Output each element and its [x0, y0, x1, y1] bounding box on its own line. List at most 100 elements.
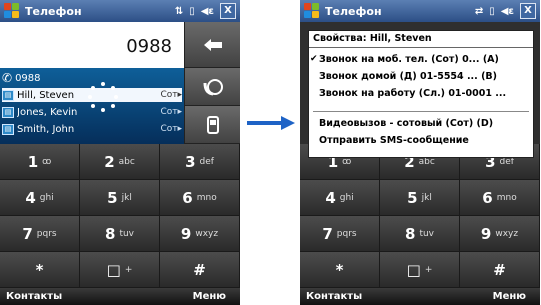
- key-digit: 3: [185, 152, 196, 171]
- key-digit: 9: [180, 224, 192, 243]
- key-letters: +: [124, 264, 133, 275]
- key-letters: ghi: [339, 192, 354, 203]
- checkmark-icon: ✔: [310, 54, 318, 64]
- key-letters: pqrs: [36, 228, 57, 239]
- dial-keypad: 1ꝏ 2 abc 3 def 4 ghi 5 jkl 6 mno 7 pqrs 8 tuv 9…: [0, 144, 240, 288]
- menu-item-call-mobile[interactable]: ✔ Звонок на моб. тел. (Сот) 0... (A): [309, 52, 533, 67]
- list-item-name: Smith, John: [17, 123, 75, 135]
- phone-screen-dialer: Телефон ⇅ ▯ ◀ε X 0988 ✆ 0988 ▤ Hill, Ste…: [0, 0, 240, 305]
- battery-icon[interactable]: ▯: [189, 6, 195, 17]
- key-star[interactable]: *: [300, 252, 380, 288]
- key-digit-zero: □: [106, 260, 121, 279]
- key-2[interactable]: 2 abc: [80, 144, 160, 180]
- soft-key-bar: Контакты Меню: [0, 288, 240, 305]
- windows-start-icon[interactable]: [4, 3, 20, 19]
- key-digit: 7: [22, 224, 33, 243]
- key-letters: wxyz: [495, 228, 519, 239]
- key-digit: 6: [182, 188, 193, 207]
- softkey-contacts[interactable]: Контакты: [306, 291, 362, 302]
- list-item-tag: Сот▸: [160, 107, 182, 117]
- key-letters: tuv: [119, 228, 134, 239]
- windows-start-icon[interactable]: [304, 3, 320, 19]
- speed-dial-icon: [206, 115, 219, 134]
- key-letters: jkl: [121, 192, 132, 203]
- close-button[interactable]: X: [520, 3, 536, 19]
- battery-icon[interactable]: ▯: [489, 6, 495, 17]
- speed-dial-button[interactable]: [184, 106, 240, 144]
- softkey-menu[interactable]: Меню: [193, 291, 226, 302]
- key-digit: #: [493, 260, 506, 279]
- softkey-contacts[interactable]: Контакты: [6, 291, 62, 302]
- key-7[interactable]: 7 pqrs: [0, 216, 80, 252]
- backspace-button[interactable]: [184, 22, 240, 68]
- key-digit: 8: [405, 224, 416, 243]
- key-digit: 4: [25, 188, 36, 207]
- key-4[interactable]: 4 ghi: [0, 180, 80, 216]
- call-history-icon: [203, 78, 223, 95]
- key-5[interactable]: 5 jkl: [80, 180, 160, 216]
- softkey-menu[interactable]: Меню: [493, 291, 526, 302]
- contact-card-icon: ▤: [2, 123, 14, 135]
- key-3[interactable]: 3 def: [160, 144, 240, 180]
- key-6[interactable]: 6 mno: [160, 180, 240, 216]
- signal-icon[interactable]: ⇅: [175, 6, 183, 17]
- key-digit: 5: [107, 188, 118, 207]
- volume-icon[interactable]: ◀ε: [201, 6, 214, 17]
- menu-item-label: Звонок на работу (Сл.) 01-0001 ...: [319, 88, 507, 99]
- menu-item-label: Видеовызов - сотовый (Сот) (D): [319, 118, 494, 129]
- key-7[interactable]: 7 pqrs: [300, 216, 380, 252]
- key-star[interactable]: *: [0, 252, 80, 288]
- key-letters: mno: [496, 192, 517, 203]
- key-hash[interactable]: #: [460, 252, 540, 288]
- key-4[interactable]: 4 ghi: [300, 180, 380, 216]
- key-digit: 5: [407, 188, 418, 207]
- call-history-button[interactable]: [184, 68, 240, 106]
- menu-item-send-sms[interactable]: Отправить SMS-сообщение: [309, 133, 533, 148]
- soft-key-bar: Контакты Меню: [300, 288, 540, 305]
- key-hash[interactable]: #: [160, 252, 240, 288]
- key-8[interactable]: 8 tuv: [380, 216, 460, 252]
- menu-header: Свойства: Hill, Steven: [309, 31, 533, 48]
- list-item-tag: Сот▸: [160, 90, 182, 100]
- close-button[interactable]: X: [220, 3, 236, 19]
- key-1[interactable]: 1ꝏ: [0, 144, 80, 180]
- key-digit: 7: [322, 224, 333, 243]
- key-digit-zero: □: [406, 260, 421, 279]
- key-5[interactable]: 5 jkl: [380, 180, 460, 216]
- window-title: Телефон: [325, 4, 382, 18]
- key-0[interactable]: □ +: [80, 252, 160, 288]
- volume-icon[interactable]: ◀ε: [501, 6, 514, 17]
- menu-item-label: Звонок на моб. тел. (Сот) 0... (A): [319, 54, 499, 65]
- busy-spinner-icon: [88, 82, 118, 112]
- key-digit: 8: [105, 224, 116, 243]
- key-letters: ꝏ: [342, 156, 352, 167]
- window-title: Телефон: [25, 4, 82, 18]
- key-0[interactable]: □ +: [380, 252, 460, 288]
- signal-icon[interactable]: ⇄: [475, 6, 483, 17]
- key-8[interactable]: 8 tuv: [80, 216, 160, 252]
- key-9[interactable]: 9 wxyz: [460, 216, 540, 252]
- key-letters: jkl: [421, 192, 432, 203]
- dialed-number-display: 0988: [0, 22, 184, 68]
- key-9[interactable]: 9 wxyz: [160, 216, 240, 252]
- menu-item-call-home[interactable]: Звонок домой (Д) 01-5554 ... (B): [309, 69, 533, 84]
- key-6[interactable]: 6 mno: [460, 180, 540, 216]
- status-icons: ⇄ ▯ ◀ε X: [475, 3, 536, 19]
- list-item-tag: Сот▸: [160, 124, 182, 134]
- list-item[interactable]: ▤ Smith, John Сот▸: [2, 122, 182, 136]
- key-digit: *: [335, 260, 344, 279]
- contact-context-menu: Свойства: Hill, Steven ✔ Звонок на моб. т…: [308, 30, 534, 158]
- key-letters: tuv: [419, 228, 434, 239]
- key-digit: #: [193, 260, 206, 279]
- key-digit: 6: [482, 188, 493, 207]
- menu-item-video-call[interactable]: Видеовызов - сотовый (Сот) (D): [309, 116, 533, 131]
- key-letters: wxyz: [195, 228, 219, 239]
- key-digit: *: [35, 260, 44, 279]
- menu-item-call-work[interactable]: Звонок на работу (Сл.) 01-0001 ...: [309, 86, 533, 101]
- key-letters: abc: [418, 156, 435, 167]
- key-letters: ghi: [39, 192, 54, 203]
- key-letters: def: [199, 156, 214, 167]
- phone-icon: ✆: [2, 71, 13, 85]
- key-digit: 2: [104, 152, 115, 171]
- key-letters: def: [499, 156, 514, 167]
